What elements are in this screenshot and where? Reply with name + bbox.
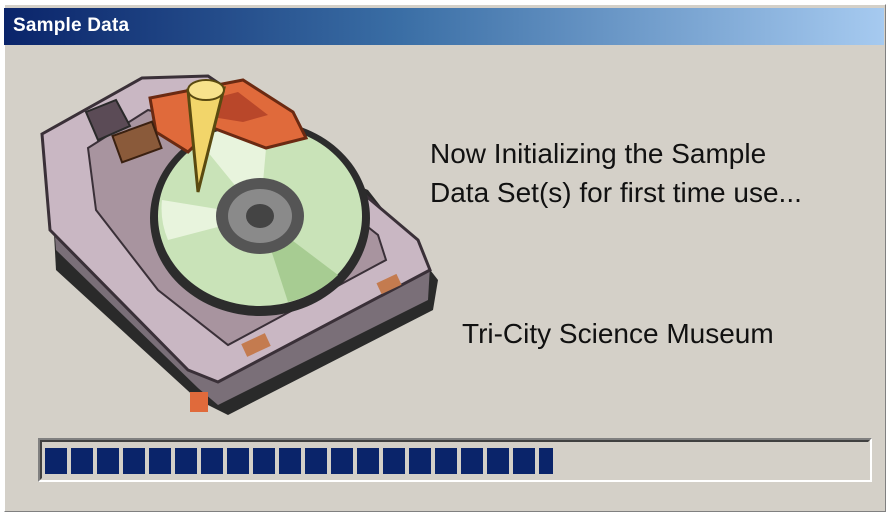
status-message-line-2: Data Set(s) for first time use... [430, 177, 802, 208]
progress-bar [38, 438, 872, 482]
organization-name: Tri-City Science Museum [462, 318, 774, 349]
status-message-line-1: Now Initializing the Sample [430, 138, 767, 169]
status-message: Now Initializing the Sample Data Set(s) … [430, 134, 870, 212]
title-bar[interactable]: Sample Data [4, 8, 884, 45]
progress-fill [45, 448, 554, 474]
window-title: Sample Data [13, 15, 130, 36]
hard-drive-icon [38, 70, 443, 415]
progress-bar-frame [40, 440, 870, 480]
progress-track [45, 448, 865, 474]
